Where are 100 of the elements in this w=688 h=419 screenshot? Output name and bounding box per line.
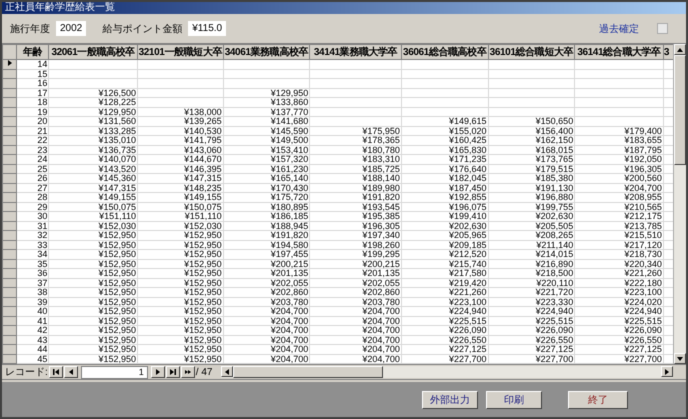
table-cell: ¥205,505 bbox=[488, 221, 575, 230]
table-cell: 31 bbox=[16, 221, 49, 230]
table-cell: ¥196,305 bbox=[574, 164, 664, 174]
table-cell: ¥224,940 bbox=[401, 306, 488, 316]
table-cell: ¥227,125 bbox=[574, 344, 664, 354]
table-cell: 32 bbox=[16, 230, 49, 240]
table-cell: ¥129,950 bbox=[223, 88, 310, 98]
table-cell: 25 bbox=[16, 164, 49, 174]
table-cell: ¥183,655 bbox=[574, 136, 664, 145]
table-cell: ¥213,785 bbox=[574, 221, 664, 230]
table-cell: ¥221,260 bbox=[401, 288, 488, 297]
table-cell: ¥201,135 bbox=[223, 268, 310, 278]
confirmed-checkbox[interactable] bbox=[657, 23, 668, 34]
table-cell: 35 bbox=[16, 259, 49, 268]
table-cell: ¥197,455 bbox=[223, 250, 310, 259]
table-cell: ¥205,965 bbox=[401, 230, 488, 240]
action-button[interactable]: 印刷 bbox=[486, 390, 542, 408]
table-cell: ¥214,015 bbox=[488, 250, 575, 259]
table-cell: ¥149,615 bbox=[401, 116, 488, 126]
first-icon bbox=[52, 369, 59, 375]
table-cell: ¥227,700 bbox=[488, 354, 575, 364]
table-cell: ¥173,765 bbox=[488, 154, 575, 164]
row-selector[interactable] bbox=[2, 60, 17, 69]
table-cell: ¥152,950 bbox=[48, 354, 138, 364]
table-cell: ¥152,950 bbox=[48, 288, 138, 297]
table-cell: ¥148,235 bbox=[137, 183, 224, 192]
table-cell: ¥150,075 bbox=[48, 202, 138, 212]
table-cell: ¥218,500 bbox=[488, 268, 575, 278]
next-record-button[interactable] bbox=[150, 366, 165, 378]
table-cell: ¥149,155 bbox=[48, 192, 138, 202]
column-header[interactable]: 36141総合職大学卒 bbox=[574, 44, 664, 60]
table-cell: ¥197,340 bbox=[310, 230, 402, 240]
table-cell: ¥140,530 bbox=[137, 126, 224, 136]
table-cell: ¥225,515 bbox=[574, 316, 664, 326]
table-cell: ¥138,000 bbox=[137, 107, 224, 116]
table-cell: ¥204,700 bbox=[310, 306, 402, 316]
table-cell: ¥128,225 bbox=[48, 98, 138, 107]
table-cell: ¥212,520 bbox=[401, 250, 488, 259]
table-cell: ¥198,260 bbox=[310, 240, 402, 250]
column-header[interactable]: 36101総合職短大卒 bbox=[488, 44, 575, 60]
table-cell: ¥204,700 bbox=[310, 335, 402, 344]
last-record-button[interactable] bbox=[166, 366, 180, 378]
action-button[interactable]: 外部出力 bbox=[422, 390, 478, 408]
column-header[interactable]: 年齢 bbox=[16, 44, 49, 60]
table-cell: ¥224,020 bbox=[574, 297, 664, 306]
exit-button[interactable]: 終了 bbox=[568, 390, 628, 408]
table-cell: ¥227,700 bbox=[401, 354, 488, 364]
table-cell: ¥182,045 bbox=[401, 174, 488, 183]
table-cell: ¥141,680 bbox=[223, 116, 310, 126]
table-cell: ¥204,700 bbox=[310, 354, 402, 364]
table-cell: ¥202,860 bbox=[310, 288, 402, 297]
table-cell: ¥217,120 bbox=[574, 240, 664, 250]
table-cell: ¥208,265 bbox=[488, 230, 575, 240]
table-cell: ¥199,295 bbox=[310, 250, 402, 259]
vertical-scrollbar[interactable] bbox=[673, 44, 686, 364]
table-cell: ¥187,795 bbox=[574, 145, 664, 154]
record-number-field[interactable]: 1 bbox=[80, 366, 148, 378]
table-cell: 39 bbox=[16, 297, 49, 306]
table-cell: ¥133,285 bbox=[48, 126, 138, 136]
table-cell: 44 bbox=[16, 344, 49, 354]
table-cell: ¥152,950 bbox=[48, 259, 138, 268]
column-header[interactable]: 34061業務職高校卒 bbox=[223, 44, 310, 60]
table-cell: ¥196,075 bbox=[401, 202, 488, 212]
table-cell: ¥140,070 bbox=[48, 154, 138, 164]
table-cell: ¥200,560 bbox=[574, 174, 664, 183]
table-cell: 17 bbox=[16, 88, 49, 98]
table-cell: ¥215,510 bbox=[574, 230, 664, 240]
table-cell: ¥226,090 bbox=[488, 326, 575, 335]
column-header[interactable]: 32061一般職高校卒 bbox=[48, 44, 138, 60]
point-field[interactable]: ¥115.0 bbox=[188, 21, 226, 36]
table-cell: ¥204,700 bbox=[310, 326, 402, 335]
table-cell: 14 bbox=[16, 60, 49, 69]
table-cell: ¥220,340 bbox=[574, 259, 664, 268]
table-cell: ¥204,700 bbox=[223, 316, 310, 326]
first-record-button[interactable] bbox=[48, 366, 63, 378]
table-cell: ¥217,580 bbox=[401, 268, 488, 278]
table-cell: 41 bbox=[16, 316, 49, 326]
table-cell: ¥202,860 bbox=[223, 288, 310, 297]
table-cell: ¥223,100 bbox=[401, 297, 488, 306]
point-label: 給与ポイント金額 bbox=[102, 22, 182, 36]
table-cell: ¥180,780 bbox=[310, 145, 402, 154]
table-cell: 16 bbox=[16, 78, 49, 88]
table-cell: ¥199,755 bbox=[488, 202, 575, 212]
table-cell: ¥226,550 bbox=[574, 335, 664, 344]
column-header[interactable]: 36061総合職高校卒 bbox=[401, 44, 488, 60]
column-header[interactable]: 34141業務職大学卒 bbox=[310, 44, 402, 60]
table-cell: ¥204,700 bbox=[574, 183, 664, 192]
column-header[interactable]: 32101一般職短大卒 bbox=[137, 44, 224, 60]
new-record-button[interactable] bbox=[180, 366, 195, 378]
table-cell: ¥202,630 bbox=[488, 212, 575, 221]
table-cell: ¥152,950 bbox=[137, 278, 224, 288]
column-header[interactable]: 3 bbox=[663, 44, 673, 60]
table-cell: ¥216,890 bbox=[488, 259, 575, 268]
table-cell: ¥137,770 bbox=[223, 107, 310, 116]
table-cell: ¥131,560 bbox=[48, 116, 138, 126]
table-cell: ¥171,235 bbox=[401, 154, 488, 164]
previous-record-button[interactable] bbox=[64, 366, 78, 378]
table-cell: ¥226,550 bbox=[401, 335, 488, 344]
year-field[interactable]: 2002 bbox=[56, 21, 86, 36]
horizontal-scrollbar[interactable] bbox=[221, 366, 673, 378]
